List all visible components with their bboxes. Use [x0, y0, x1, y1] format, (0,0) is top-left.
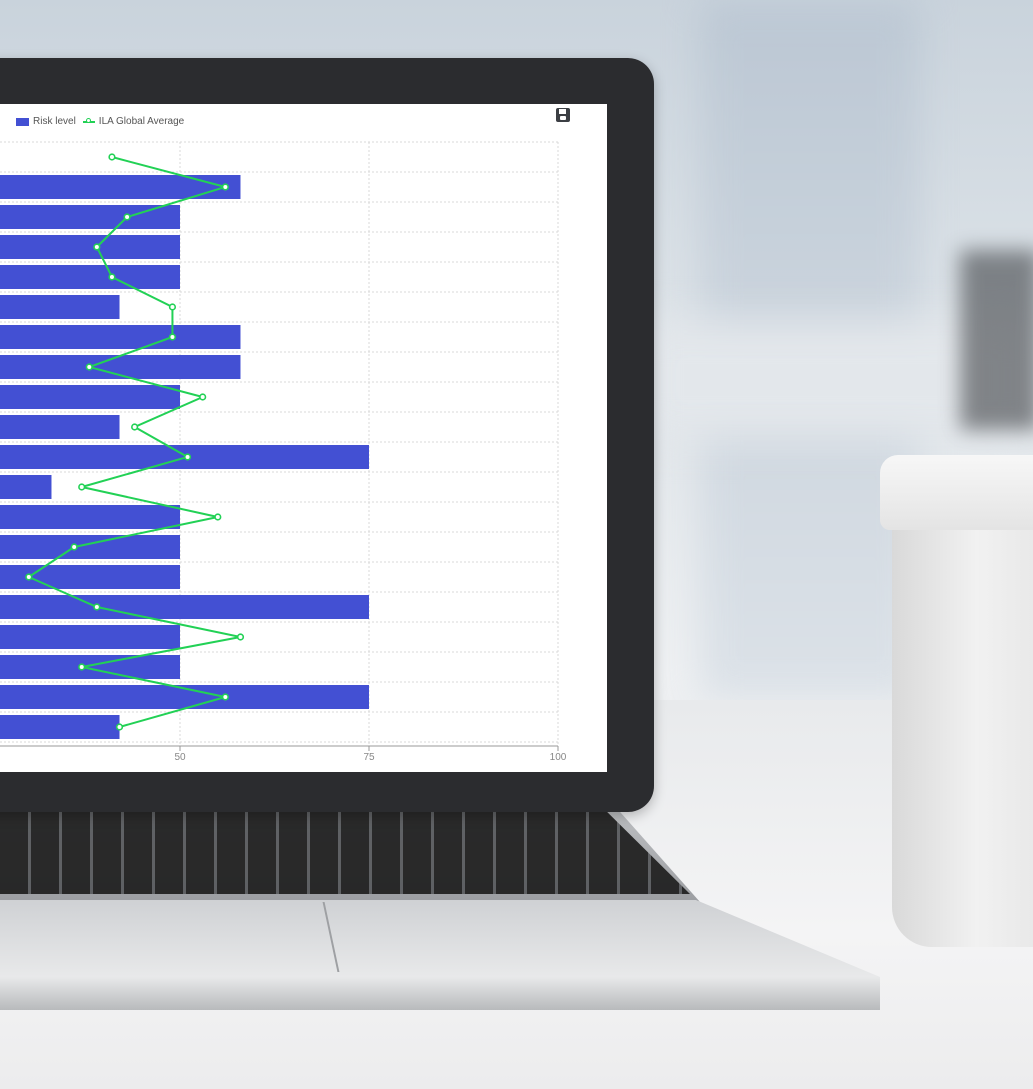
legend-global-average[interactable]: ILA Global Average: [82, 116, 185, 127]
global-average-point: [115, 723, 124, 731]
risk-bar: [0, 595, 369, 619]
global-average-point: [199, 393, 207, 401]
global-average-point: [93, 243, 101, 251]
risk-bar: [0, 385, 180, 409]
global-average-point: [236, 633, 245, 641]
keyboard: [0, 812, 690, 894]
global-average-point: [78, 483, 86, 491]
risk-bar: [0, 625, 180, 649]
global-average-point: [214, 513, 222, 521]
save-icon[interactable]: [556, 108, 570, 122]
global-average-point: [131, 423, 139, 431]
risk-chart: 50 75 100: [0, 141, 567, 763]
global-average-point: [183, 453, 192, 461]
global-average-point: [25, 573, 33, 581]
risk-bar: [0, 325, 241, 349]
chart-legend: Risk level ILA Global Average: [16, 116, 191, 127]
global-average-point: [70, 543, 78, 551]
global-average-point: [221, 183, 229, 191]
risk-bar: [0, 475, 52, 499]
risk-bar: [0, 715, 120, 739]
risk-bar: [0, 175, 241, 199]
risk-bar: [0, 265, 180, 289]
x-tick-label: 50: [174, 752, 186, 763]
risk-bar: [0, 415, 120, 439]
x-tick-label: 75: [363, 752, 375, 763]
global-average-point: [168, 303, 177, 311]
coffee-cup: [880, 455, 1033, 955]
laptop-screen: 50 75 100 Risk level ILA Global Average: [0, 104, 607, 772]
risk-bar: [0, 505, 180, 529]
global-average-point: [221, 693, 229, 701]
global-average-point: [108, 153, 116, 161]
global-average-point: [78, 663, 86, 671]
cup-lid: [880, 455, 1033, 530]
risk-bar: [0, 535, 180, 559]
cup-body: [892, 527, 1033, 947]
risk-level-swatch: [16, 117, 29, 126]
global-average-point: [93, 603, 101, 611]
risk-bar: [0, 295, 120, 319]
photo-scene: 50 75 100 Risk level ILA Global Average: [0, 0, 1033, 1089]
legend-risk-level[interactable]: Risk level: [16, 116, 76, 127]
global-average-point: [123, 213, 131, 221]
x-tick-label: 100: [550, 752, 567, 763]
risk-bar: [0, 655, 180, 679]
global-average-point: [108, 273, 116, 281]
legend-risk-label: Risk level: [33, 116, 76, 127]
legend-avg-label: ILA Global Average: [98, 116, 185, 127]
global-average-line-icon: [82, 117, 95, 123]
global-average-point: [85, 363, 93, 371]
background-object: [960, 250, 1033, 430]
global-average-point: [168, 333, 177, 341]
risk-bar: [0, 235, 180, 259]
